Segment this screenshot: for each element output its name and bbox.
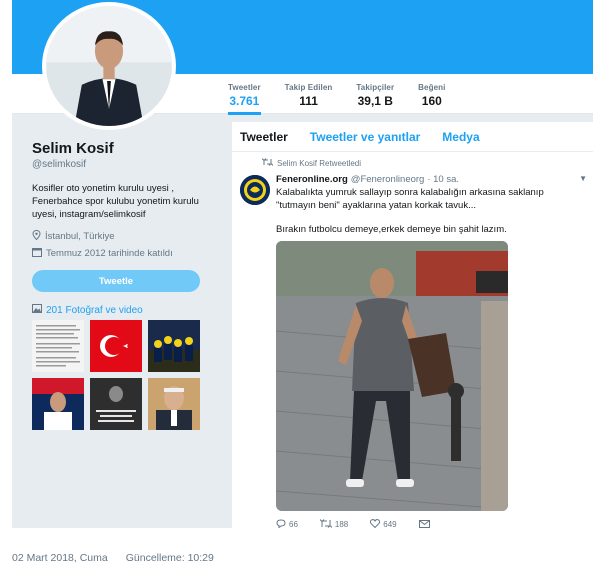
media-thumb[interactable] [148, 320, 200, 372]
message-action[interactable] [418, 519, 430, 529]
tweet-author-avatar[interactable] [240, 175, 270, 205]
stat-likes[interactable]: Beğeni 160 [418, 83, 445, 115]
tweet-actions: 66 188 649 [276, 519, 585, 528]
profile-handle[interactable]: @selimkosif [32, 159, 212, 170]
media-thumb[interactable] [90, 320, 142, 372]
article-footer: 02 Mart 2018, Cuma Güncelleme: 10:29 [12, 552, 214, 564]
profile-stats: Tweetler 3.761 Takip Edilen 111 Takipçil… [228, 83, 469, 115]
calendar-icon [32, 247, 42, 260]
media-thumb[interactable] [90, 378, 142, 430]
stat-label: Tweetler [228, 83, 261, 92]
tab-media[interactable]: Medya [442, 130, 479, 144]
profile-avatar[interactable] [42, 2, 176, 130]
tweet-photo[interactable] [276, 241, 508, 511]
stat-value: 160 [421, 94, 442, 108]
location-text: İstanbul, Türkiye [45, 231, 115, 242]
tweet-header: Feneronline.org @Feneronlineorg · 10 sa. [276, 174, 585, 185]
stat-value: 3.761 [229, 94, 260, 108]
retweet-icon [261, 158, 274, 168]
tweet-author-handle[interactable]: @Feneronlineorg [351, 174, 425, 185]
media-grid [32, 320, 212, 430]
retweet-count: 188 [334, 520, 349, 528]
profile-bio: Kosifler oto yonetim kurulu uyesi , Fene… [32, 183, 199, 220]
profile-sidebar: Selim Kosif @selimkosif Kosifler oto yon… [32, 140, 212, 430]
image-icon [32, 304, 42, 316]
article-updated: Güncelleme: 10:29 [125, 552, 214, 564]
retweet-note: Selim Kosif Retweetledi [261, 158, 585, 168]
stat-value: 39,1 B [357, 94, 393, 108]
photos-videos-link[interactable]: 201 Fotoğraf ve video [32, 304, 212, 316]
stat-label: Takipçiler [356, 83, 395, 92]
media-thumb[interactable] [32, 378, 84, 430]
media-thumb[interactable] [148, 378, 200, 430]
reply-count: 66 [289, 520, 298, 528]
profile-name[interactable]: Selim Kosif [32, 140, 212, 157]
like-action[interactable]: 649 [370, 519, 397, 528]
envelope-icon [418, 519, 430, 529]
twitter-profile-screenshot: Tweetler 3.761 Takip Edilen 111 Takipçil… [12, 0, 593, 528]
retweet-action[interactable]: 188 [319, 519, 349, 528]
retweet-note-text: Selim Kosif Retweetledi [277, 158, 362, 168]
tab-tweets[interactable]: Tweetler [240, 130, 288, 144]
stat-following[interactable]: Takip Edilen 111 [285, 83, 333, 115]
stat-tweets[interactable]: Tweetler 3.761 [228, 83, 261, 115]
stat-followers[interactable]: Takipçiler 39,1 B [356, 83, 394, 115]
stat-label: Takip Edilen [284, 83, 333, 92]
avatar-photo [46, 6, 172, 126]
tab-tweets-and-replies[interactable]: Tweetler ve yanıtlar [310, 130, 421, 144]
heart-icon [370, 519, 381, 528]
media-link-label: 201 Fotoğraf ve video [46, 304, 143, 316]
article-date: 02 Mart 2018, Cuma [12, 552, 108, 564]
stat-value: 111 [299, 94, 318, 108]
tweet-text: Kalabalıkta yumruk sallayıp sonra kalaba… [276, 187, 544, 211]
retweet-icon [319, 519, 333, 528]
tweet-text-second: Bırakın futbolcu demeye,erkek demeye bin… [276, 224, 507, 235]
tweet-time[interactable]: · 10 sa. [427, 174, 459, 185]
tweet-author-name[interactable]: Feneronline.org [276, 174, 348, 185]
tweet-button[interactable]: Tweetle [32, 270, 200, 292]
like-count: 649 [383, 520, 397, 528]
reply-action[interactable]: 66 [276, 519, 298, 528]
media-thumb[interactable] [32, 320, 84, 372]
reply-icon [276, 519, 286, 528]
timeline-tabs: Tweetler Tweetler ve yanıtlar Medya [232, 122, 593, 152]
stat-label: Beğeni [418, 83, 446, 92]
timeline: Tweetler Tweetler ve yanıtlar Medya Seli… [232, 122, 593, 528]
tweet-card[interactable]: Selim Kosif Retweetledi ▼ Feneronline.or… [232, 152, 593, 528]
profile-location: İstanbul, Türkiye [32, 229, 212, 243]
joined-text: Temmuz 2012 tarihinde katıldı [46, 248, 173, 259]
location-icon [32, 229, 41, 243]
chevron-down-icon[interactable]: ▼ [579, 174, 587, 183]
profile-joined: Temmuz 2012 tarihinde katıldı [32, 247, 212, 260]
